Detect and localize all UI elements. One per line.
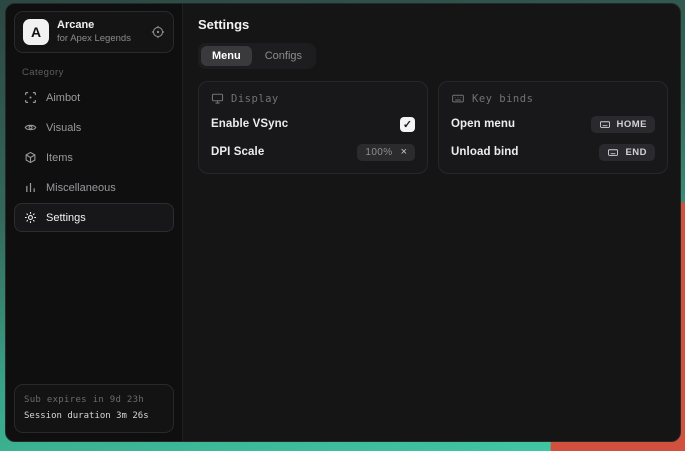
setting-label: Enable VSync [211, 118, 288, 130]
display-card: Display Enable VSync ✓ DPI Scale 100% × [198, 81, 428, 174]
bind-key: HOME [617, 119, 648, 130]
unload-bind-button[interactable]: END [599, 144, 655, 161]
sidebar-item-label: Aimbot [46, 92, 80, 104]
bars-icon [24, 181, 37, 194]
bind-key: END [625, 147, 647, 158]
eye-icon [24, 121, 37, 134]
gear-icon [24, 211, 37, 224]
sidebar-item-visuals[interactable]: Visuals [14, 113, 174, 142]
card-title: Display [231, 93, 279, 105]
keybinds-card: Key binds Open menu HOME Unload bind [438, 81, 668, 174]
target-icon[interactable] [151, 25, 165, 39]
tab-configs[interactable]: Configs [254, 46, 313, 66]
sidebar-item-miscellaneous[interactable]: Miscellaneous [14, 173, 174, 202]
keyboard-icon [607, 147, 619, 158]
setting-row-dpi-scale: DPI Scale 100% × [211, 143, 415, 161]
setting-label: DPI Scale [211, 146, 264, 158]
sub-expires-text: Sub expires in 9d 23h [24, 393, 164, 408]
setting-row-unload-bind: Unload bind END [451, 143, 655, 161]
setting-row-open-menu: Open menu HOME [451, 115, 655, 133]
clear-icon[interactable]: × [401, 147, 407, 158]
keyboard-icon [451, 92, 465, 105]
session-duration-text: Session duration 3m 26s [24, 409, 164, 424]
sidebar-item-settings[interactable]: Settings [14, 203, 174, 232]
dpi-scale-value: 100% [365, 147, 392, 158]
app-header-card: A Arcane for Apex Legends [14, 11, 174, 53]
card-title: Key binds [472, 93, 533, 105]
sidebar-item-aimbot[interactable]: Aimbot [14, 83, 174, 112]
tab-menu[interactable]: Menu [201, 46, 252, 66]
sidebar-item-items[interactable]: Items [14, 143, 174, 172]
crosshair-icon [24, 91, 37, 104]
sidebar-item-label: Visuals [46, 122, 81, 134]
sidebar-item-label: Settings [46, 212, 86, 224]
monitor-icon [211, 92, 224, 105]
sidebar-item-label: Miscellaneous [46, 182, 116, 194]
session-info-card: Sub expires in 9d 23h Session duration 3… [14, 384, 174, 433]
sidebar-item-label: Items [46, 152, 73, 164]
page-title: Settings [198, 17, 668, 32]
app-subtitle: for Apex Legends [57, 33, 143, 45]
category-label: Category [22, 67, 174, 78]
open-menu-bind-button[interactable]: HOME [591, 116, 656, 133]
setting-label: Open menu [451, 118, 515, 130]
setting-row-vsync: Enable VSync ✓ [211, 115, 415, 133]
package-icon [24, 151, 37, 164]
app-logo: A [23, 19, 49, 45]
dpi-scale-input[interactable]: 100% × [357, 144, 415, 161]
main-content: Settings Menu Configs Display E [183, 4, 680, 441]
settings-tab-bar: Menu Configs [198, 43, 316, 69]
keyboard-icon [599, 119, 611, 130]
app-name: Arcane [57, 19, 143, 33]
check-icon: ✓ [403, 118, 412, 131]
setting-label: Unload bind [451, 146, 519, 158]
vsync-checkbox[interactable]: ✓ [400, 117, 415, 132]
sidebar-nav: Aimbot Visuals Items [14, 82, 174, 232]
sidebar: A Arcane for Apex Legends Category [6, 4, 183, 441]
app-window: A Arcane for Apex Legends Category [5, 3, 681, 442]
